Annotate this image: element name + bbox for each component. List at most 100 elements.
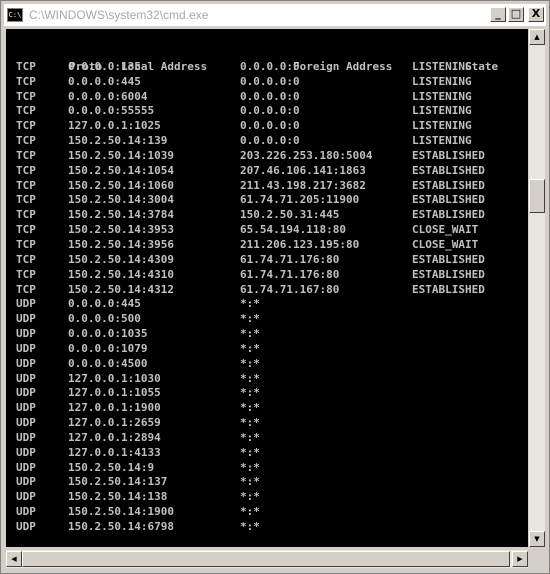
local-address-cell: 150.2.50.14:4310 xyxy=(68,267,174,281)
local-address-cell: 150.2.50.14:1900 xyxy=(68,505,174,519)
foreign-address-cell: *:* xyxy=(240,327,260,341)
foreign-address-cell: 0.0.0.0:0 xyxy=(240,119,300,133)
window-controls: _ □ X xyxy=(490,7,544,22)
state-cell: LISTENING xyxy=(412,134,472,148)
state-cell: ESTABLISHED xyxy=(412,148,485,162)
connection-row: UDP 127.0.0.1:2659 *:* xyxy=(16,416,498,431)
local-address-cell: 150.2.50.14:1060 xyxy=(68,178,174,192)
proto-cell: TCP xyxy=(16,104,36,118)
local-address-cell: 150.2.50.14:4309 xyxy=(68,252,174,266)
proto-cell: UDP xyxy=(16,297,36,311)
local-address-cell: 150.2.50.14:9 xyxy=(68,460,155,474)
local-address-cell: 150.2.50.14:6798 xyxy=(68,520,174,533)
local-address-cell: 127.0.0.1:1055 xyxy=(68,386,161,400)
local-address-cell: 0.0.0.0:500 xyxy=(68,312,141,326)
connection-row: TCP 150.2.50.14:1060 211.43.198.217:3682 ES… xyxy=(16,179,498,194)
local-address-cell: 150.2.50.14:137 xyxy=(68,475,168,489)
state-cell: LISTENING xyxy=(412,59,472,73)
console-output[interactable]: Proto Local Address Foreign Address State T… xyxy=(6,29,528,547)
foreign-address-cell: 61.74.71.205:11900 xyxy=(240,193,360,207)
local-address-cell: 150.2.50.14:139 xyxy=(68,134,168,148)
foreign-address-cell: *:* xyxy=(240,416,260,430)
connection-row: UDP 150.2.50.14:137 *:* xyxy=(16,475,498,490)
proto-cell: UDP xyxy=(16,356,36,370)
local-address-cell: 150.2.50.14:3784 xyxy=(68,208,174,222)
state-cell: LISTENING xyxy=(412,89,472,103)
proto-cell: UDP xyxy=(16,520,36,533)
local-address-cell: 0.0.0.0:445 xyxy=(68,74,141,88)
title-bar[interactable]: C:\ C:\WINDOWS\system32\cmd.exe _ □ X xyxy=(4,4,546,26)
horizontal-scrollbar[interactable]: ◀ ▶ xyxy=(6,550,528,568)
connection-row: TCP 150.2.50.14:4310 61.74.71.176:80 ESTABL… xyxy=(16,268,498,283)
connection-row: UDP 150.2.50.14:9 *:* xyxy=(16,461,498,476)
foreign-address-cell: 203.226.253.180:5004 xyxy=(240,148,373,162)
horizontal-scroll-thumb[interactable] xyxy=(22,551,510,567)
local-address-cell: 0.0.0.0:1035 xyxy=(68,327,148,341)
connection-row: TCP 150.2.50.14:4312 61.74.71.167:80 ESTABL… xyxy=(16,283,498,298)
state-cell: ESTABLISHED xyxy=(412,208,485,222)
local-address-cell: 150.2.50.14:3004 xyxy=(68,193,174,207)
scroll-left-icon[interactable]: ◀ xyxy=(6,551,22,567)
proto-cell: UDP xyxy=(16,460,36,474)
connection-row: TCP 0.0.0.0:445 0.0.0.0:0 LISTENING xyxy=(16,75,498,90)
proto-cell: TCP xyxy=(16,163,36,177)
connection-row: TCP 0.0.0.0:55555 0.0.0.0:0 LISTENING xyxy=(16,104,498,119)
scroll-up-icon[interactable]: ▲ xyxy=(529,29,545,45)
scroll-down-icon[interactable]: ▼ xyxy=(529,531,545,547)
foreign-address-cell: 0.0.0.0:0 xyxy=(240,59,300,73)
connection-row: UDP 127.0.0.1:4133 *:* xyxy=(16,446,498,461)
foreign-address-cell: *:* xyxy=(240,312,260,326)
cmd-app-icon[interactable]: C:\ xyxy=(7,8,23,22)
state-cell: ESTABLISHED xyxy=(412,282,485,296)
connection-row: UDP 127.0.0.1:2894 *:* xyxy=(16,431,498,446)
connection-row: UDP 150.2.50.14:1900 *:* xyxy=(16,505,498,520)
connection-row: TCP 0.0.0.0:135 0.0.0.0:0 LISTENING xyxy=(16,60,498,75)
foreign-address-cell: 61.74.71.167:80 xyxy=(240,282,340,296)
connection-row: TCP 127.0.0.1:1025 0.0.0.0:0 LISTENING xyxy=(16,119,498,134)
scroll-right-icon[interactable]: ▶ xyxy=(512,551,528,567)
local-address-cell: 127.0.0.1:2894 xyxy=(68,430,161,444)
maximize-button[interactable]: □ xyxy=(508,7,524,22)
size-grip xyxy=(529,550,545,568)
foreign-address-cell: 0.0.0.0:0 xyxy=(240,89,300,103)
state-cell: LISTENING xyxy=(412,119,472,133)
vertical-scroll-thumb[interactable] xyxy=(529,179,545,213)
connection-row: UDP 150.2.50.14:6798 *:* xyxy=(16,520,498,535)
netstat-output: Proto Local Address Foreign Address State T… xyxy=(16,45,498,535)
state-cell: LISTENING xyxy=(412,74,472,88)
proto-cell: UDP xyxy=(16,416,36,430)
close-button[interactable]: X xyxy=(528,7,544,22)
foreign-address-cell: 211.43.198.217:3682 xyxy=(240,178,366,192)
connection-row: TCP 150.2.50.14:1054 207.46.106.141:1863 ES… xyxy=(16,164,498,179)
minimize-button[interactable]: _ xyxy=(490,7,506,22)
foreign-address-cell: *:* xyxy=(240,341,260,355)
proto-cell: TCP xyxy=(16,178,36,192)
foreign-address-cell: 0.0.0.0:0 xyxy=(240,74,300,88)
local-address-cell: 0.0.0.0:55555 xyxy=(68,104,155,118)
local-address-cell: 0.0.0.0:135 xyxy=(68,59,141,73)
connection-row: TCP 150.2.50.14:4309 61.74.71.176:80 ESTABL… xyxy=(16,253,498,268)
foreign-address-cell: *:* xyxy=(240,505,260,519)
local-address-cell: 150.2.50.14:1039 xyxy=(68,148,174,162)
local-address-cell: 150.2.50.14:1054 xyxy=(68,163,174,177)
local-address-cell: 150.2.50.14:4312 xyxy=(68,282,174,296)
proto-cell: TCP xyxy=(16,89,36,103)
connection-row: UDP 127.0.0.1:1900 *:* xyxy=(16,401,498,416)
state-cell: ESTABLISHED xyxy=(412,267,485,281)
connection-row: TCP 150.2.50.14:1039 203.226.253.180:5004 E… xyxy=(16,149,498,164)
foreign-address-cell: *:* xyxy=(240,490,260,504)
proto-cell: UDP xyxy=(16,401,36,415)
foreign-address-cell: *:* xyxy=(240,430,260,444)
local-address-cell: 0.0.0.0:6004 xyxy=(68,89,148,103)
foreign-address-cell: *:* xyxy=(240,371,260,385)
foreign-address-cell: 211.206.123.195:80 xyxy=(240,237,360,251)
connection-row: TCP 150.2.50.14:3953 65.54.194.118:80 CLOSE… xyxy=(16,223,498,238)
foreign-address-cell: 61.74.71.176:80 xyxy=(240,267,340,281)
connection-row: UDP 150.2.50.14:138 *:* xyxy=(16,490,498,505)
local-address-cell: 127.0.0.1:1025 xyxy=(68,119,161,133)
state-cell: ESTABLISHED xyxy=(412,178,485,192)
window-title: C:\WINDOWS\system32\cmd.exe xyxy=(29,8,209,22)
proto-cell: TCP xyxy=(16,119,36,133)
vertical-scrollbar[interactable]: ▲ ▼ xyxy=(529,29,545,547)
foreign-address-cell: *:* xyxy=(240,356,260,370)
